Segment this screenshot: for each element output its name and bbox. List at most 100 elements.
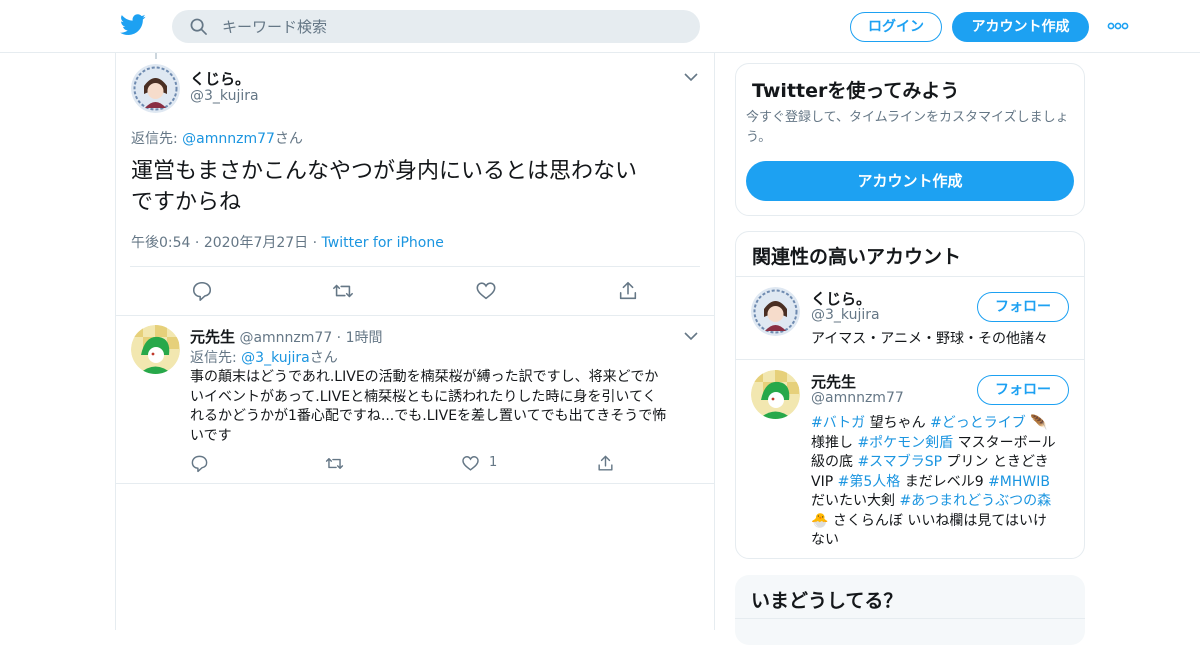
tweet-source-link[interactable]: Twitter for iPhone xyxy=(322,235,444,251)
avatar[interactable] xyxy=(131,325,180,374)
trends-title: いまどうしてる？ xyxy=(751,590,903,612)
hashtag-link[interactable]: #バトガ xyxy=(811,415,865,431)
signup-card-button[interactable]: アカウント作成 xyxy=(746,161,1074,201)
separator-dot: · xyxy=(190,235,204,251)
reply-author-handle[interactable]: @amnnzm77 xyxy=(239,330,332,346)
reply-age[interactable]: 1時間 xyxy=(346,330,383,346)
share-icon[interactable] xyxy=(617,280,639,302)
account-name[interactable]: くじら。 xyxy=(811,288,871,309)
bio-text: ない xyxy=(811,532,839,548)
account-name[interactable]: 元先生 xyxy=(811,371,856,392)
divider xyxy=(736,276,1084,277)
bio-text: だいたい大剣 xyxy=(811,493,900,509)
tweet-text-line: 運営もまさかこんなやつが身内にいるとは思わない xyxy=(131,159,638,184)
account-handle[interactable]: @3_kujira xyxy=(811,307,880,323)
hashtag-link[interactable]: #スマブラSP xyxy=(857,454,942,470)
avatar[interactable] xyxy=(751,370,800,419)
divider xyxy=(130,266,700,267)
reply-suffix: さん xyxy=(309,350,338,366)
chevron-down-icon[interactable] xyxy=(684,332,698,341)
bio-text: 🪶 xyxy=(1025,415,1048,431)
separator-dot: · xyxy=(308,235,322,251)
account-handle[interactable]: @amnnzm77 xyxy=(811,390,904,406)
trends-card: いまどうしてる？ xyxy=(735,575,1085,645)
signup-card-subtitle-line: う。 xyxy=(746,130,772,145)
bio-line: 級の底 #スマブラSP プリン ときどき xyxy=(811,453,1073,473)
retweet-icon[interactable] xyxy=(325,454,344,473)
search-box[interactable] xyxy=(172,10,700,43)
twitter-bird-icon[interactable] xyxy=(120,14,146,36)
reply-icon[interactable] xyxy=(190,454,209,473)
login-button[interactable]: ログイン xyxy=(850,12,942,42)
reply-icon[interactable] xyxy=(191,280,213,302)
divider xyxy=(116,315,714,316)
bio-text: 望ちゃん xyxy=(865,415,931,431)
bio-line: #バトガ 望ちゃん #どっとライブ 🪶 xyxy=(811,414,1073,434)
tweet-date[interactable]: 2020年7月27日 xyxy=(204,235,308,251)
reply-suffix: さん xyxy=(274,131,303,147)
related-accounts-title: 関連性の高いアカウント xyxy=(752,246,962,268)
like-heart-icon[interactable] xyxy=(461,454,480,473)
hashtag-link[interactable]: #MHWIB xyxy=(988,474,1050,490)
share-icon[interactable] xyxy=(596,454,615,473)
tweet-text: 運営もまさかこんなやつが身内にいるとは思わない ですからね xyxy=(131,156,701,218)
reply-prefix: 返信先: xyxy=(131,131,183,147)
more-dots-icon[interactable] xyxy=(1107,21,1129,31)
follow-button[interactable]: フォロー xyxy=(977,375,1069,405)
reply-text-line: いイベントがあって.LIVEと楠栞桜ともに誘われたりした時に身を引いてく xyxy=(190,388,657,405)
signup-button[interactable]: アカウント作成 xyxy=(952,12,1089,42)
avatar[interactable] xyxy=(751,287,800,336)
top-bar: ログイン アカウント作成 xyxy=(0,0,1200,53)
hashtag-link[interactable]: #あつまれどうぶつの森 xyxy=(899,493,1051,509)
reply-text-line: 事の顛末はどうであれ.LIVEの活動を楠栞桜が縛った訳ですし、将来どでか xyxy=(190,369,659,385)
bio-text: マスターボール xyxy=(953,434,1056,451)
bio-line: だいたい大剣 #あつまれどうぶつの森 xyxy=(811,492,1073,512)
avatar-motosensei-icon xyxy=(131,325,180,374)
signup-card-title: Twitterを使ってみよう xyxy=(752,80,960,102)
bio-text: プリン ときどき xyxy=(942,454,1049,470)
hashtag-link[interactable]: #ポケモン剣盾 xyxy=(857,435,953,451)
divider xyxy=(736,359,1084,360)
tweet-author-name[interactable]: くじら。 xyxy=(190,68,250,89)
signup-card-subtitle: 今すぐ登録して、タイムラインをカスタマイズしましょ う。 xyxy=(746,108,1081,148)
avatar-kujira-icon xyxy=(751,287,800,336)
avatar[interactable] xyxy=(131,64,180,113)
reply-header: 元先生 @amnnzm77 · 1時間 xyxy=(190,326,383,347)
bio-text: 級の底 xyxy=(811,454,858,470)
avatar-kujira-icon xyxy=(131,64,180,113)
reply-to-line: 返信先: @amnnzm77さん xyxy=(131,128,303,148)
account-bio: #バトガ 望ちゃん #どっとライブ 🪶 様推し #ポケモン剣盾 マスターボール … xyxy=(811,414,1073,551)
tweet-author-handle[interactable]: @3_kujira xyxy=(190,88,259,104)
reply-text-line: れるかどうかが1番心配ですね...でも.LIVEを差し置いてでも出てきそうで怖 xyxy=(190,408,667,424)
avatar-motosensei-icon xyxy=(751,370,800,419)
bio-text: 🐣 さくらんぼ いいね欄は見てはいけ xyxy=(811,512,1048,529)
divider xyxy=(116,483,714,484)
search-icon xyxy=(190,18,207,35)
hashtag-link[interactable]: #第5人格 xyxy=(838,474,901,490)
thread-connector xyxy=(155,53,157,59)
reply-author-name[interactable]: 元先生 xyxy=(190,328,235,346)
tweet-time[interactable]: 午後0:54 xyxy=(131,235,190,251)
reply-text-line: いです xyxy=(190,427,232,444)
bio-text: まだレベル9 xyxy=(900,473,989,490)
like-heart-icon[interactable] xyxy=(475,280,497,302)
chevron-down-icon[interactable] xyxy=(684,73,698,82)
retweet-icon[interactable] xyxy=(332,280,354,302)
bio-text: VIP xyxy=(811,473,838,490)
bio-line: 🐣 さくらんぼ いいね欄は見てはいけ xyxy=(811,512,1073,532)
bio-line: 様推し #ポケモン剣盾 マスターボール xyxy=(811,434,1073,454)
search-input[interactable] xyxy=(222,10,682,43)
tweet-metadata: 午後0:54 · 2020年7月27日 · Twitter for iPhone xyxy=(131,232,444,252)
signup-card: Twitterを使ってみよう 今すぐ登録して、タイムラインをカスタマイズしましょ… xyxy=(735,63,1085,216)
reply-to-line: 返信先: @3_kujiraさん xyxy=(190,347,338,367)
reply-to-link[interactable]: @amnnzm77 xyxy=(182,131,275,147)
follow-button[interactable]: フォロー xyxy=(977,292,1069,322)
divider xyxy=(735,618,1085,619)
reply-prefix: 返信先: xyxy=(190,350,242,366)
separator-dot: · xyxy=(332,330,346,346)
reply-text: 事の顛末はどうであれ.LIVEの活動を楠栞桜が縛った訳ですし、将来どでか いイベ… xyxy=(190,368,702,446)
hashtag-link[interactable]: #どっとライブ xyxy=(930,415,1026,431)
signup-card-subtitle-line: 今すぐ登録して、タイムラインをカスタマイズしましょ xyxy=(746,110,1069,125)
reply-to-link[interactable]: @3_kujira xyxy=(241,350,310,366)
bio-line: VIP #第5人格 まだレベル9 #MHWIB xyxy=(811,473,1073,493)
